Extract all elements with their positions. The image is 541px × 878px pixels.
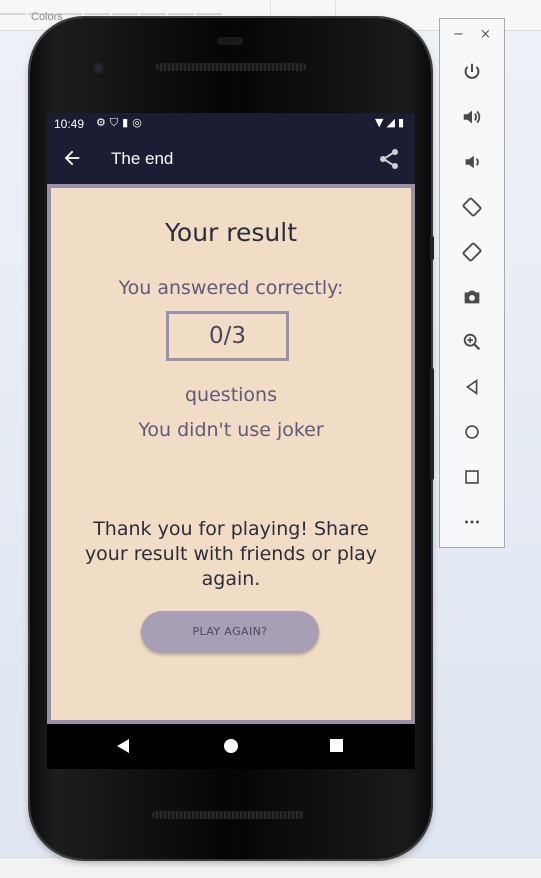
app-bar: The end — [47, 134, 415, 184]
phone-side-button — [430, 236, 434, 260]
share-icon[interactable] — [377, 147, 401, 171]
answered-label: You answered correctly: — [118, 277, 344, 299]
home-icon[interactable] — [460, 420, 484, 444]
emulator-toolbar: − × — [439, 18, 505, 548]
power-icon[interactable] — [460, 60, 484, 84]
ide-tab-strip — [0, 0, 224, 15]
close-button[interactable]: × — [480, 27, 491, 42]
arrow-left-icon[interactable] — [61, 147, 83, 169]
ide-bottom-bar — [0, 857, 541, 878]
status-system-icons: ▼◢▮ — [375, 116, 407, 129]
camera-icon[interactable] — [460, 285, 484, 309]
home-circle-icon[interactable] — [224, 739, 238, 753]
navigation-bar — [47, 724, 415, 769]
signal-icon: ◢ — [386, 116, 398, 129]
back-triangle-icon[interactable] — [117, 739, 129, 753]
result-panel: Your result You answered correctly: 0/3 … — [51, 188, 411, 720]
settings-icon: ⚙ — [96, 116, 110, 129]
more-icon[interactable] — [460, 510, 484, 534]
phone-volume-button — [430, 368, 434, 480]
result-panel-border: Your result You answered correctly: 0/3 … — [47, 184, 415, 724]
thanks-text: Thank you for playing! Share your result… — [84, 518, 378, 590]
front-camera-icon — [91, 61, 107, 77]
page-title: The end — [111, 149, 174, 168]
sd-card-icon: ▮ — [122, 116, 133, 129]
recents-square-icon[interactable] — [330, 739, 343, 752]
sync-icon: ◎ — [132, 116, 146, 129]
bottom-speaker — [152, 811, 304, 819]
status-notification-icons: ⚙⛉▮◎ — [96, 116, 146, 130]
status-bar: 10:49 ⚙⛉▮◎ ▼◢▮ — [47, 113, 415, 134]
zoom-icon[interactable] — [460, 330, 484, 354]
status-time: 10:49 — [54, 117, 85, 131]
minimize-button[interactable]: − — [453, 27, 464, 42]
score-box: 0/3 — [166, 311, 289, 361]
emulator-window-controls: − × — [440, 27, 504, 43]
earpiece-speaker — [156, 63, 306, 71]
ide-separator — [335, 0, 336, 20]
volume-down-icon[interactable] — [460, 150, 484, 174]
battery-icon: ▮ — [397, 116, 407, 129]
colors-label: Colors — [31, 11, 63, 23]
volume-up-icon[interactable] — [460, 105, 484, 129]
ide-separator — [270, 0, 271, 20]
rotate-right-icon[interactable] — [460, 240, 484, 264]
questions-label: questions — [185, 384, 277, 406]
play-again-button[interactable]: PLAY AGAIN? — [141, 611, 319, 653]
result-title: Your result — [164, 218, 298, 247]
phone-screen: 10:49 ⚙⛉▮◎ ▼◢▮ The end Your result You a… — [47, 113, 415, 769]
phone-top-sensor — [217, 37, 243, 45]
joker-text: You didn't use joker — [138, 419, 324, 441]
wifi-icon: ▼ — [375, 116, 387, 129]
overview-icon[interactable] — [460, 465, 484, 489]
back-icon[interactable] — [460, 375, 484, 399]
shield-icon: ⛉ — [109, 116, 123, 129]
rotate-left-icon[interactable] — [460, 195, 484, 219]
